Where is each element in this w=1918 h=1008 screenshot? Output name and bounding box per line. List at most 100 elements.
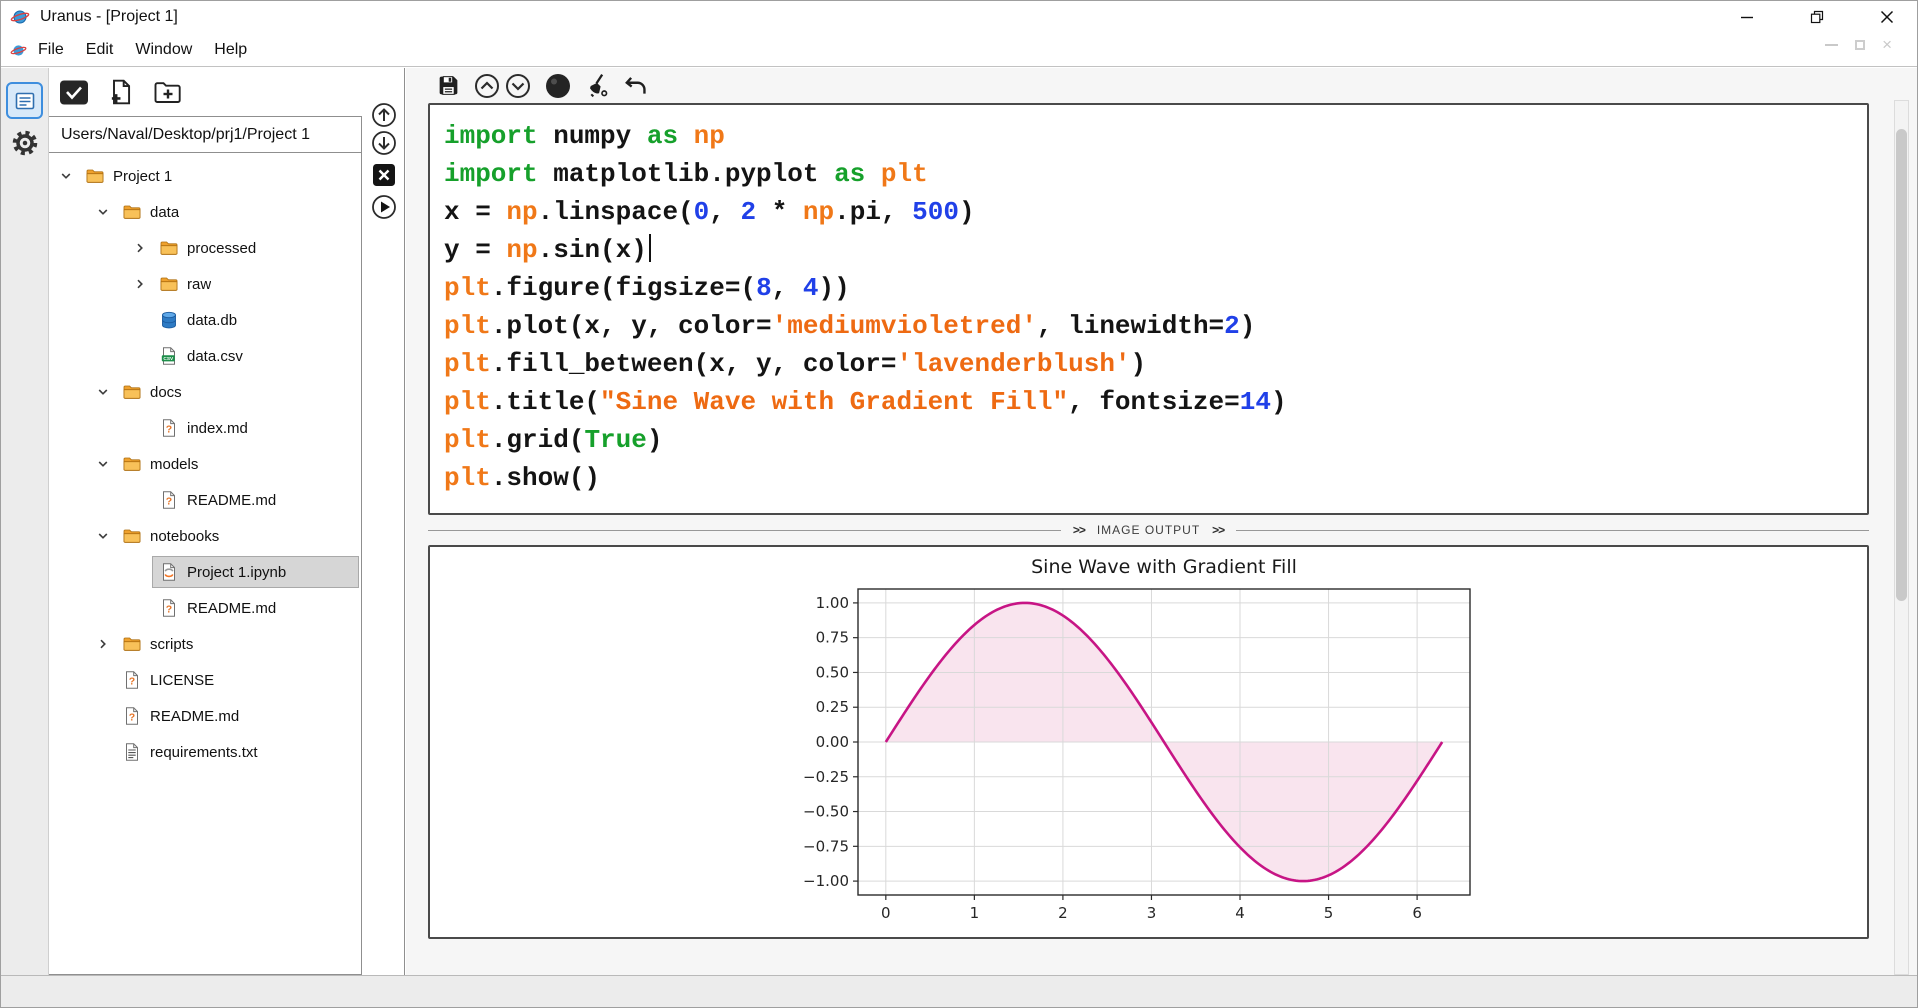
- sphere-icon: [544, 72, 572, 100]
- svg-text:?: ?: [129, 676, 135, 688]
- code-line-5: plt.figure(figsize=(8, 4)): [444, 269, 1867, 307]
- new-folder-icon: [153, 79, 183, 105]
- chevron-down-icon[interactable]: [96, 529, 116, 543]
- child-minimize-icon[interactable]: [1825, 44, 1838, 46]
- tree-item-scripts[interactable]: scripts: [49, 626, 361, 662]
- cell-up-icon: [371, 102, 397, 128]
- cell-control-strip: [362, 68, 405, 975]
- tree-item-processed[interactable]: processed: [49, 230, 361, 266]
- svg-text:6: 6: [1412, 904, 1422, 922]
- tree-item-label: Project 1: [113, 168, 172, 185]
- chevron-down-icon[interactable]: [96, 385, 116, 399]
- child-close-icon[interactable]: ×: [1882, 40, 1892, 50]
- tree-item-readme-md[interactable]: ?README.md: [49, 482, 361, 518]
- tree-item-requirements-txt[interactable]: requirements.txt: [49, 734, 361, 770]
- tree-item-raw[interactable]: raw: [49, 266, 361, 302]
- tree-item-label: Project 1.ipynb: [187, 564, 286, 581]
- unknown-file-icon: ?: [159, 490, 179, 510]
- tree-item-label: notebooks: [150, 528, 219, 545]
- window-title: Uranus - [Project 1]: [40, 8, 178, 26]
- settings-button[interactable]: [8, 126, 42, 160]
- svg-text:?: ?: [166, 496, 172, 508]
- menu-file[interactable]: File: [27, 41, 75, 59]
- tree-item-content: Project 1.ipynb: [153, 557, 358, 587]
- chevron-right-icon[interactable]: [96, 637, 116, 651]
- folder-icon: [122, 634, 142, 654]
- tree-item-models[interactable]: models: [49, 446, 361, 482]
- tree-item-docs[interactable]: docs: [49, 374, 361, 410]
- tree-item-readme-md[interactable]: ?README.md: [49, 590, 361, 626]
- tree-item-label: index.md: [187, 420, 248, 437]
- svg-text:5: 5: [1324, 904, 1334, 922]
- menu-edit[interactable]: Edit: [75, 41, 125, 59]
- tree-item-notebooks[interactable]: notebooks: [49, 518, 361, 554]
- minimize-icon: [1740, 10, 1754, 24]
- svg-text:?: ?: [129, 712, 135, 724]
- tree-item-data-db[interactable]: data.db: [49, 302, 361, 338]
- code-line-2: import matplotlib.pyplot as plt: [444, 155, 1867, 193]
- undo-button[interactable]: [623, 73, 649, 99]
- code-line-9: plt.grid(True): [444, 421, 1867, 459]
- maximize-restore-button[interactable]: [1794, 3, 1840, 31]
- scroll-up-button[interactable]: [474, 73, 500, 99]
- restore-icon: [1810, 10, 1824, 24]
- tree-item-data-csv[interactable]: CSVdata.csv: [49, 338, 361, 374]
- status-bar: [0, 975, 1918, 1008]
- folder-icon: [122, 526, 142, 546]
- tree-item-index-md[interactable]: ? index.md: [49, 410, 361, 446]
- window-controls: [1724, 2, 1910, 32]
- tree-item-data[interactable]: data: [49, 194, 361, 230]
- vertical-scrollbar[interactable]: [1894, 100, 1909, 975]
- tree-item-label: data: [150, 204, 179, 221]
- code-line-6: plt.plot(x, y, color='mediumvioletred', …: [444, 307, 1867, 345]
- unknown-file-icon: ?: [122, 706, 142, 726]
- child-restore-icon[interactable]: [1855, 40, 1865, 50]
- check-button[interactable]: [58, 76, 90, 108]
- new-file-icon: [108, 78, 134, 106]
- close-button[interactable]: [1864, 3, 1910, 31]
- main-area: import numpy as npimport matplotlib.pypl…: [406, 68, 1918, 975]
- app-icon-small: [10, 42, 27, 59]
- clean-button[interactable]: [585, 72, 610, 99]
- chevron-down-icon[interactable]: [59, 169, 79, 183]
- new-folder-button[interactable]: [152, 76, 184, 108]
- cell-up-button[interactable]: [370, 101, 397, 128]
- unknown-file-icon: ?: [159, 418, 179, 438]
- menu-window[interactable]: Window: [124, 41, 203, 59]
- minimize-button[interactable]: [1724, 3, 1770, 31]
- chevron-right-icon[interactable]: [133, 241, 153, 255]
- chevron-down-icon[interactable]: [96, 457, 116, 471]
- separator-label-group: >> IMAGE OUTPUT >>: [1061, 523, 1236, 537]
- cell-down-button[interactable]: [370, 129, 397, 156]
- text-file-icon: [122, 742, 142, 762]
- cell-run-icon: [371, 194, 397, 220]
- new-file-button[interactable]: [105, 76, 137, 108]
- save-button[interactable]: [436, 73, 461, 98]
- close-icon: [1880, 10, 1894, 24]
- svg-text:−1.00: −1.00: [803, 872, 849, 890]
- menu-help[interactable]: Help: [203, 41, 258, 59]
- tree-item-label: models: [150, 456, 198, 473]
- tree-item-content: CSVdata.csv: [153, 341, 358, 371]
- tree-item-content: data: [116, 197, 358, 227]
- sidebar-toolbar: [49, 68, 362, 116]
- chevron-down-icon[interactable]: [96, 205, 116, 219]
- tree-item-readme-md[interactable]: ?README.md: [49, 698, 361, 734]
- cell-down-icon: [371, 130, 397, 156]
- tree-item-content: raw: [153, 269, 358, 299]
- explorer-panel-button[interactable]: [6, 82, 43, 119]
- svg-text:−0.75: −0.75: [803, 837, 849, 855]
- tree-item-content: ? index.md: [153, 413, 358, 443]
- scroll-down-button[interactable]: [505, 73, 531, 99]
- child-window-controls: ×: [1825, 40, 1892, 50]
- code-editor[interactable]: import numpy as npimport matplotlib.pypl…: [430, 105, 1867, 497]
- tree-item-project-1-ipynb[interactable]: Project 1.ipynb: [49, 554, 361, 590]
- tree-item-license[interactable]: ?LICENSE: [49, 662, 361, 698]
- sphere-button[interactable]: [544, 72, 572, 100]
- chevron-right-icon[interactable]: [133, 277, 153, 291]
- tree-item-project-1[interactable]: Project 1: [49, 158, 361, 194]
- cell-run-button[interactable]: [370, 193, 397, 220]
- cell-close-button[interactable]: [370, 161, 397, 188]
- titlebar: Uranus - [Project 1]: [0, 0, 1918, 34]
- scrollbar-thumb[interactable]: [1896, 129, 1907, 601]
